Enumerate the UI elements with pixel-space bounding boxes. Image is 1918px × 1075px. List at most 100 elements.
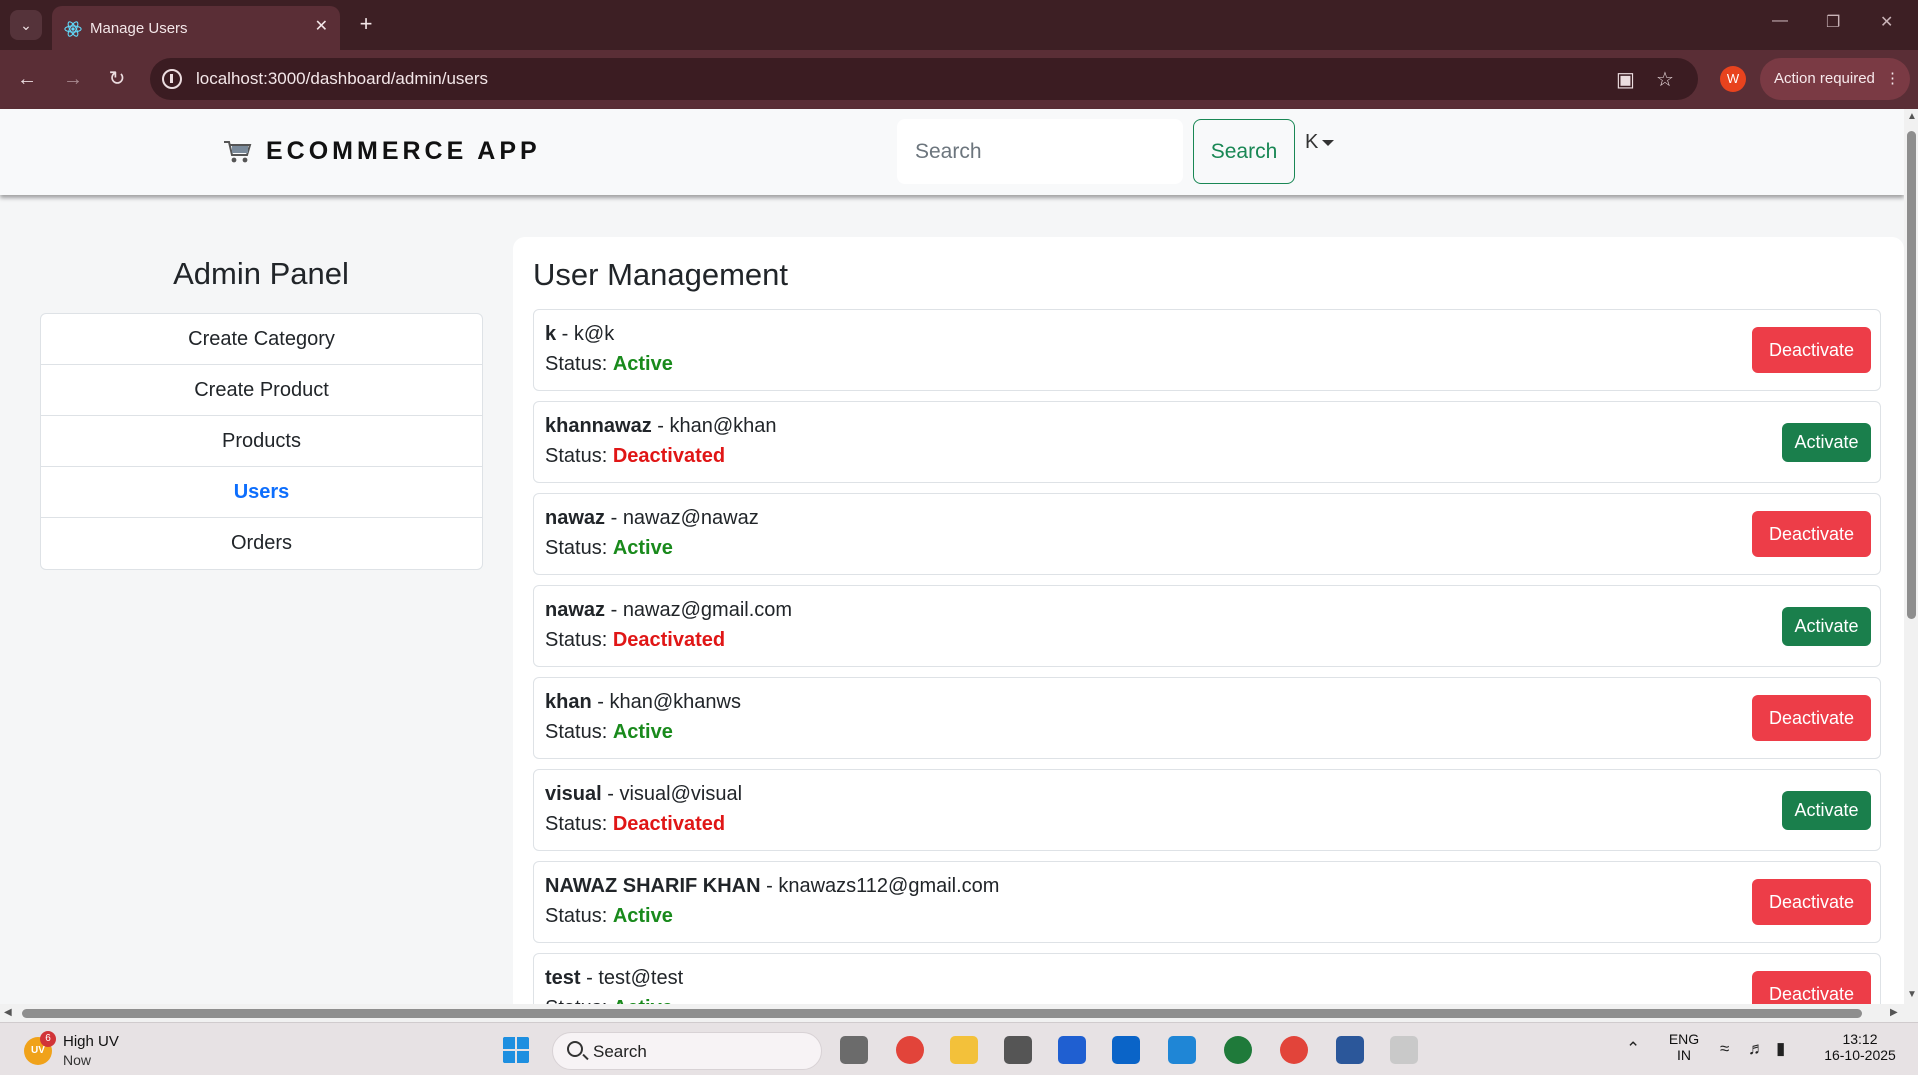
task-view-icon[interactable] — [840, 1036, 868, 1064]
user-status: Status: Deactivated — [545, 813, 725, 836]
action-required-button[interactable]: Action required ⋮ — [1760, 58, 1910, 100]
deactivate-button[interactable]: Deactivate — [1752, 695, 1871, 741]
scroll-down-icon[interactable]: ▼ — [1907, 989, 1917, 1000]
admin-panel-title: Admin Panel — [173, 256, 349, 291]
vertical-scroll-thumb[interactable] — [1907, 131, 1916, 619]
status-label: Status: — [545, 629, 608, 651]
browser-tab[interactable]: Manage Users ✕ — [52, 6, 340, 50]
taskbar-search[interactable]: Search — [552, 1032, 822, 1070]
volume-icon[interactable]: ♬ — [1748, 1039, 1765, 1059]
status-value: Active — [612, 721, 673, 743]
forward-icon[interactable]: → — [58, 64, 88, 94]
language-code: ENG — [1668, 1031, 1700, 1047]
omnibox[interactable]: localhost:3000/dashboard/admin/users ▣ ☆ — [150, 58, 1698, 100]
site-info-icon[interactable] — [162, 69, 182, 89]
window-close-icon[interactable]: ✕ — [1880, 12, 1893, 32]
weather-title[interactable]: High UV — [63, 1033, 119, 1050]
user-row: NAWAZ SHARIF KHAN - knawazs112@gmail.com… — [533, 861, 1881, 943]
kebab-menu-icon[interactable]: ⋮ — [1885, 58, 1900, 100]
deactivate-button[interactable]: Deactivate — [1752, 511, 1871, 557]
user-email: test@test — [598, 967, 684, 989]
sidebar-item-create-product[interactable]: Create Product — [41, 365, 482, 416]
user-status: Status: Active — [545, 353, 673, 376]
clock[interactable]: 13:12 16-10-2025 — [1818, 1031, 1902, 1063]
user-name: visual — [545, 783, 602, 805]
status-label: Status: — [545, 905, 608, 927]
user-identity: k - k@k — [545, 323, 615, 345]
user-dropdown[interactable]: K — [1305, 131, 1335, 154]
taskbar-search-label: Search — [593, 1042, 647, 1061]
install-app-icon[interactable]: ▣ — [1616, 67, 1635, 92]
search-input[interactable] — [897, 119, 1183, 184]
user-identity: nawaz - nawaz@nawaz — [545, 507, 759, 529]
scroll-left-icon[interactable]: ◀ — [4, 1007, 12, 1018]
url-text[interactable]: localhost:3000/dashboard/admin/users — [196, 69, 488, 89]
status-value: Deactivated — [612, 445, 726, 467]
user-row: khannawaz - khan@khan Status: Deactivate… — [533, 401, 1881, 483]
sidebar-item-products[interactable]: Products — [41, 416, 482, 467]
activate-button[interactable]: Activate — [1782, 791, 1871, 830]
user-status: Status: Active — [545, 905, 673, 928]
admin-menu: Create Category Create Product Products … — [40, 313, 483, 570]
chrome-icon[interactable] — [896, 1036, 924, 1064]
caret-down-icon — [1322, 139, 1335, 146]
app-icon[interactable] — [1004, 1036, 1032, 1064]
vscode-icon[interactable] — [1168, 1036, 1196, 1064]
user-status: Status: Deactivated — [545, 629, 725, 652]
region-code: IN — [1677, 1047, 1691, 1063]
back-icon[interactable]: ← — [12, 64, 42, 94]
profile-avatar[interactable]: W — [1720, 66, 1746, 92]
tab-search-dropdown[interactable]: ⌄ — [10, 10, 42, 40]
new-tab-icon[interactable]: + — [352, 10, 380, 38]
status-value: Active — [612, 905, 673, 927]
app-icon[interactable] — [1058, 1036, 1086, 1064]
status-label: Status: — [545, 721, 608, 743]
react-favicon-icon — [64, 21, 82, 37]
outlook-icon[interactable] — [1112, 1036, 1140, 1064]
brand-link[interactable]: ECOMMERCE APP — [222, 137, 541, 166]
sidebar-item-users[interactable]: Users — [41, 467, 482, 518]
activate-button[interactable]: Activate — [1782, 423, 1871, 462]
user-email: khan@khan — [669, 415, 777, 437]
horizontal-scroll-thumb[interactable] — [22, 1009, 1862, 1018]
reload-icon[interactable]: ↻ — [102, 64, 132, 94]
user-row: k - k@k Status: Active Deactivate — [533, 309, 1881, 391]
word-icon[interactable] — [1336, 1036, 1364, 1064]
scroll-right-icon[interactable]: ▶ — [1890, 1007, 1898, 1018]
restore-icon[interactable]: ❐ — [1826, 12, 1840, 32]
language-indicator[interactable]: ENG IN — [1664, 1031, 1704, 1063]
bookmark-star-icon[interactable]: ☆ — [1656, 67, 1674, 92]
scroll-up-icon[interactable]: ▲ — [1907, 111, 1917, 122]
tab-close-icon[interactable]: ✕ — [315, 18, 328, 36]
status-label: Status: — [545, 353, 608, 375]
clock-date: 16-10-2025 — [1824, 1047, 1896, 1063]
chevron-up-icon[interactable]: ⌃ — [1626, 1039, 1640, 1059]
chrome-icon[interactable] — [1280, 1036, 1308, 1064]
wifi-icon[interactable]: ≈ — [1720, 1039, 1729, 1059]
sidebar-item-orders[interactable]: Orders — [41, 518, 482, 569]
deactivate-button[interactable]: Deactivate — [1752, 879, 1871, 925]
horizontal-scrollbar[interactable]: ◀ ▶ — [0, 1004, 1918, 1022]
user-identity: visual - visual@visual — [545, 783, 743, 805]
weather-subtitle: Now — [63, 1052, 92, 1068]
mongodb-compass-icon[interactable] — [1224, 1036, 1252, 1064]
battery-icon[interactable]: ▮ — [1776, 1039, 1785, 1059]
user-status: Status: Active — [545, 537, 673, 560]
user-row: nawaz - nawaz@gmail.com Status: Deactiva… — [533, 585, 1881, 667]
user-identity: khannawaz - khan@khan — [545, 415, 777, 437]
activate-button[interactable]: Activate — [1782, 607, 1871, 646]
status-value: Active — [612, 537, 673, 559]
minimize-icon[interactable]: — — [1772, 12, 1788, 30]
user-name: khan — [545, 691, 592, 713]
app-icon[interactable] — [1390, 1036, 1418, 1064]
user-email: nawaz@gmail.com — [622, 599, 793, 621]
user-management-panel: User Management k - k@k Status: Active D… — [513, 237, 1904, 1037]
vertical-scrollbar[interactable]: ▲ ▼ — [1904, 109, 1918, 1004]
sidebar-item-create-category[interactable]: Create Category — [41, 314, 482, 365]
windows-start-icon[interactable] — [502, 1036, 530, 1064]
user-name: k — [545, 323, 557, 345]
deactivate-button[interactable]: Deactivate — [1752, 327, 1871, 373]
file-explorer-icon[interactable] — [950, 1036, 978, 1064]
weather-badge: 6 — [40, 1031, 56, 1047]
search-button[interactable]: Search — [1193, 119, 1295, 184]
